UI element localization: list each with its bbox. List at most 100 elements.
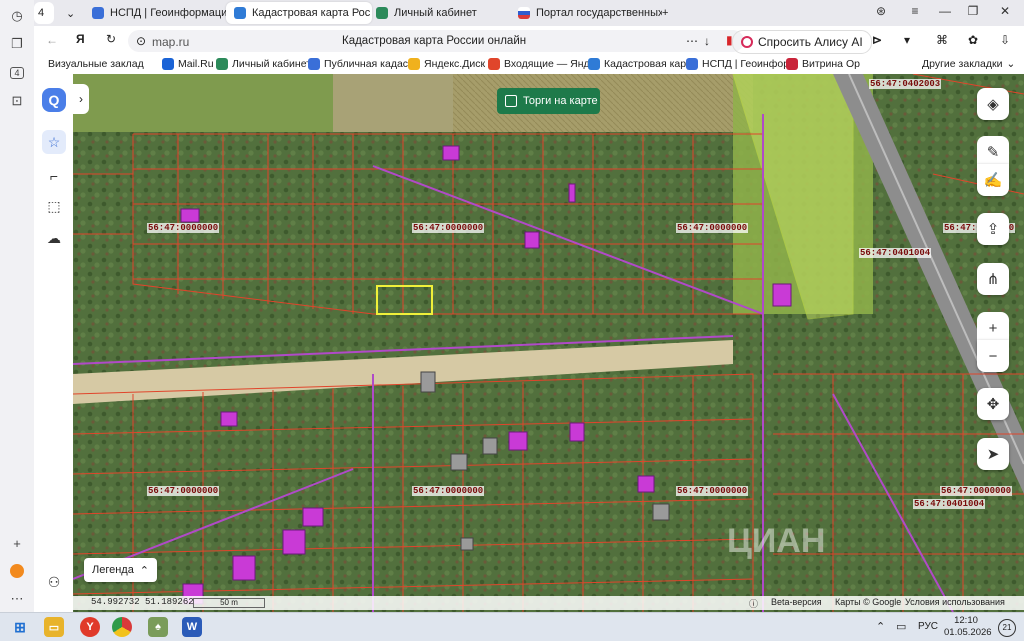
- plot-label: 56:47:0000000: [147, 223, 220, 233]
- window-close-icon[interactable]: ✕: [996, 4, 1014, 18]
- layers-icon[interactable]: ◈: [977, 88, 1009, 120]
- bookmark-item[interactable]: Яндекс.Диск: [408, 58, 485, 70]
- auctions-on-map-toggle[interactable]: Торги на карте: [497, 88, 600, 114]
- alice-icon: [741, 36, 753, 48]
- cloud-icon[interactable]: ☁: [42, 226, 66, 250]
- map-status-bar: 54.992732 51.189262 50 m ⓘ Beta-версия К…: [73, 596, 1024, 610]
- download-icon[interactable]: ↓: [704, 34, 710, 48]
- download-manager-icon[interactable]: ⇩: [1000, 33, 1010, 47]
- collections-icon[interactable]: ❐: [6, 33, 28, 55]
- yandex-browser-icon[interactable]: Y: [80, 617, 100, 637]
- windows-start-icon[interactable]: ⊞: [10, 617, 30, 637]
- word-icon[interactable]: W: [182, 617, 202, 637]
- bookmark-item[interactable]: Входящие — Янде: [488, 58, 595, 70]
- cadastral-map[interactable]: 56:47:0402003 56:47:0000000 56:47:000000…: [73, 74, 1024, 612]
- zoom-out-button[interactable]: −: [977, 340, 1009, 372]
- edit-icon[interactable]: ✍: [977, 164, 1009, 196]
- plot-label: 56:47:0401004: [859, 248, 932, 258]
- pan-icon[interactable]: ✥: [977, 388, 1009, 420]
- taskbar: ⊞ ▭ Y ♠ W ⌃ ▭ РУС 12:10 01.05.2026 21: [0, 612, 1024, 641]
- bookmark-item[interactable]: НСПД | Геоинфор: [686, 58, 789, 70]
- file-explorer-icon[interactable]: ▭: [44, 617, 64, 637]
- yandex-icon[interactable]: Я: [76, 32, 85, 46]
- plot-label: 56:47:0000000: [147, 486, 220, 496]
- locate-icon[interactable]: ➤: [977, 438, 1009, 470]
- plot-label: 56:47:0000000: [412, 486, 485, 496]
- clock[interactable]: 12:10 01.05.2026: [944, 615, 992, 639]
- share-icon[interactable]: ⋔: [977, 263, 1009, 295]
- gosuslugi-icon: [518, 7, 530, 19]
- bookmark-item[interactable]: Витрина Ор: [786, 58, 860, 70]
- plot-label: 56:47:0000000: [676, 223, 749, 233]
- new-tab-button[interactable]: +: [654, 2, 680, 24]
- expand-panel-icon[interactable]: ›: [73, 84, 89, 114]
- chevron-up-icon: ⌃: [139, 564, 149, 577]
- translate-icon[interactable]: ⌘: [936, 33, 948, 47]
- shield-icon[interactable]: ▾: [904, 33, 910, 47]
- cadastral-map-icon: [234, 7, 246, 19]
- protect-icon[interactable]: ⊛: [872, 4, 890, 18]
- tab-count-icon[interactable]: 4: [6, 62, 28, 84]
- nspd-icon: [92, 7, 104, 19]
- cian-watermark: ЦИАН: [727, 522, 826, 560]
- tab-cadastral-map[interactable]: Кадастровая карта Рос ✕: [226, 2, 372, 24]
- bookmark-item[interactable]: Личный кабинет: [216, 58, 311, 70]
- tab-strip: 4 ⌄ НСПД | Геоинформацион Кадастровая ка…: [34, 0, 1024, 26]
- back-icon[interactable]: ←: [46, 33, 58, 47]
- legend-button[interactable]: Легенда ⌃: [84, 558, 157, 582]
- tax-icon: [376, 7, 388, 19]
- clock-icon[interactable]: ◷: [6, 5, 28, 27]
- addon-icon[interactable]: ✿: [968, 33, 978, 47]
- bookmark-item[interactable]: Публичная кадас: [308, 58, 408, 70]
- browser-sidebar: ◷ ❐ 4 ⊡ + ⋯: [0, 0, 35, 612]
- chevron-down-icon[interactable]: ⌄: [58, 2, 84, 24]
- screenshot-icon[interactable]: ⊡: [6, 90, 28, 112]
- user-icon[interactable]: ⚇: [42, 570, 66, 594]
- beta-label[interactable]: Beta-версия: [771, 597, 822, 607]
- terms-link[interactable]: Условия использования: [905, 597, 1005, 607]
- extension-icon[interactable]: ⊳: [872, 33, 882, 47]
- reload-icon[interactable]: ↻: [106, 32, 116, 46]
- plot-label: 56:47:0401004: [913, 499, 986, 509]
- bookmark-item[interactable]: Mail.Ru: [162, 58, 214, 70]
- url-field[interactable]: ⊙ map.ru Кадастровая карта России онлайн…: [128, 30, 744, 52]
- cloud-upload-icon[interactable]: ⇪: [977, 213, 1009, 245]
- tab-nspd[interactable]: НСПД | Геоинформацион: [84, 2, 235, 24]
- solitaire-icon[interactable]: ♠: [148, 617, 168, 637]
- map-side-panel: Q ☆ ⌐ ⬚ ☁ ⚇: [34, 74, 74, 612]
- tray-arrow-icon[interactable]: ⌃: [876, 620, 885, 633]
- more-icon[interactable]: ⋯: [6, 588, 28, 610]
- checkbox-icon: [505, 95, 517, 107]
- language-indicator[interactable]: РУС: [918, 621, 938, 632]
- chrome-icon[interactable]: [112, 617, 132, 637]
- selection-icon[interactable]: ⬚: [42, 194, 66, 218]
- other-bookmarks[interactable]: Другие закладки ⌄: [922, 58, 1015, 70]
- zen-icon[interactable]: [6, 560, 28, 582]
- tab-counter[interactable]: 4: [34, 2, 54, 24]
- notifications-badge[interactable]: 21: [998, 619, 1016, 637]
- star-icon[interactable]: ☆: [42, 130, 66, 154]
- page-title: Кадастровая карта России онлайн: [342, 35, 527, 47]
- info-icon[interactable]: ⓘ: [749, 597, 758, 610]
- add-icon[interactable]: +: [6, 532, 28, 554]
- disk-icon: [408, 58, 420, 70]
- nspd-icon: [686, 58, 698, 70]
- bookmark-item[interactable]: Визуальные заклад: [48, 58, 144, 70]
- search-icon[interactable]: Q: [42, 88, 66, 112]
- restore-icon[interactable]: ❐: [964, 4, 982, 18]
- tax-icon: [216, 58, 228, 70]
- measure-icon[interactable]: ⌐: [42, 164, 66, 188]
- network-icon[interactable]: ▭: [896, 620, 906, 633]
- plot-label: 56:47:0000000: [940, 486, 1013, 496]
- site-info-icon[interactable]: ⊙: [136, 34, 146, 48]
- tab-personal-cabinet[interactable]: Личный кабинет: [368, 2, 510, 24]
- address-bar: ← Я ↻ ⊙ map.ru Кадастровая карта России …: [34, 26, 1024, 56]
- more-options-icon[interactable]: ⋯: [686, 34, 698, 48]
- minimize-icon[interactable]: —: [936, 4, 954, 18]
- tab-gosuslugi[interactable]: Портал государственных: [510, 2, 662, 24]
- plot-label: 56:47:0402003: [869, 79, 942, 89]
- ask-alice-button[interactable]: Спросить Алису AI: [732, 30, 872, 54]
- url-text: map.ru: [152, 35, 190, 49]
- bookmark-item[interactable]: Кадастровая карт: [588, 58, 691, 70]
- menu-icon[interactable]: ≡: [906, 4, 924, 18]
